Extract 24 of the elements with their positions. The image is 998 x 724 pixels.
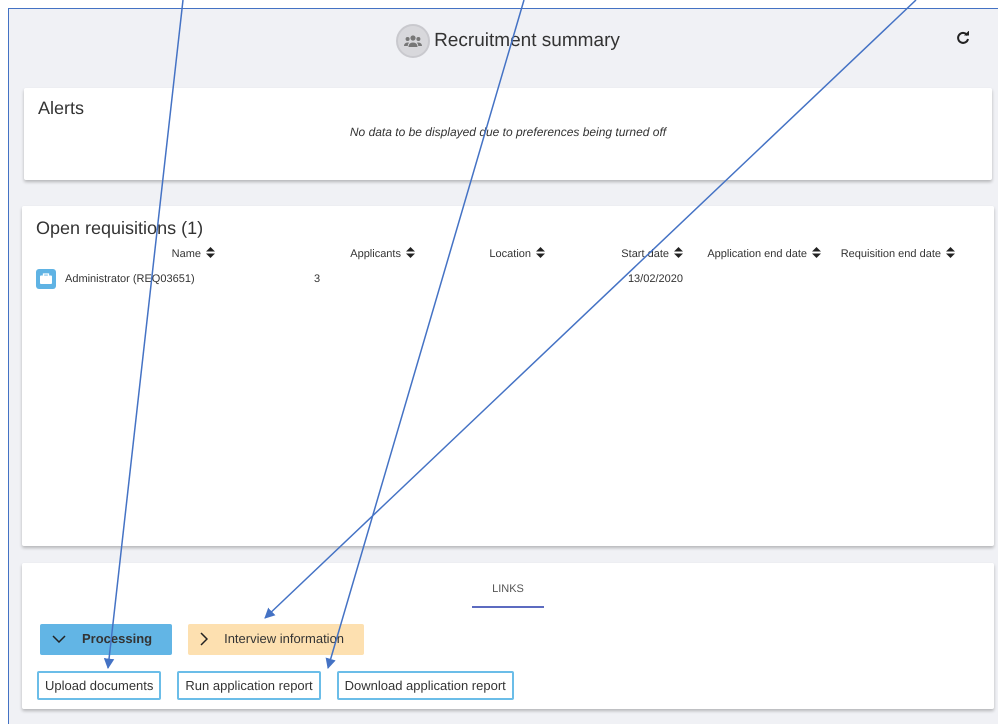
refresh-icon[interactable] — [956, 31, 970, 45]
card-title: Alerts — [38, 98, 86, 120]
link-button[interactable]: Upload documents — [37, 670, 162, 700]
link-button[interactable]: Download application report — [336, 670, 514, 700]
links-tab[interactable]: LINKS — [472, 581, 544, 608]
chevron-right-icon — [200, 632, 208, 646]
chevron-down-icon — [52, 635, 66, 643]
link-button[interactable]: Run application report — [177, 670, 321, 700]
briefcase-icon — [36, 269, 56, 290]
sort-icon[interactable] — [406, 246, 415, 258]
sort-icon[interactable] — [206, 246, 215, 258]
table-cell-text: 13/02/2020 — [628, 272, 683, 287]
people-icon — [396, 24, 430, 58]
table-cell-text: 3 — [314, 272, 320, 287]
column-header[interactable]: Location — [489, 248, 545, 260]
column-header[interactable]: Name — [172, 248, 215, 260]
column-header[interactable]: Requisition end date — [840, 248, 955, 260]
column-header[interactable]: Application end date — [707, 248, 821, 260]
section-header[interactable]: Processing — [40, 624, 172, 654]
sort-icon[interactable] — [536, 246, 545, 258]
sort-icon[interactable] — [946, 246, 955, 258]
column-header[interactable]: Applicants — [350, 248, 415, 260]
sort-icon[interactable] — [812, 246, 821, 258]
sort-icon[interactable] — [674, 246, 683, 258]
